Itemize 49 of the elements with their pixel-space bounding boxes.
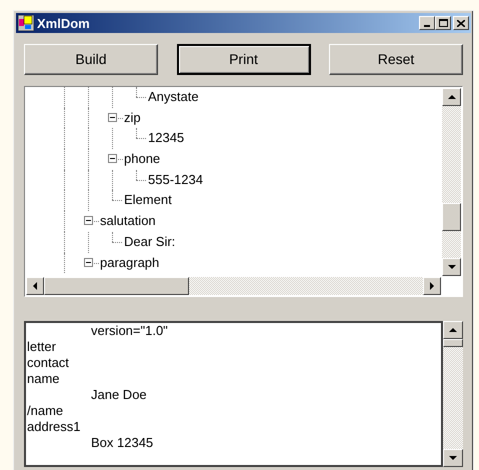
close-icon <box>457 20 465 26</box>
collapse-box[interactable] <box>84 258 93 266</box>
close-button[interactable] <box>453 16 469 30</box>
output-line: /name <box>27 403 64 419</box>
scroll-down-button[interactable] <box>442 258 461 276</box>
up-arrow-icon <box>449 328 457 332</box>
tree-node-label[interactable]: zip <box>124 110 141 126</box>
vertical-scrollbar[interactable] <box>442 88 461 276</box>
output-line: address1 <box>27 419 80 435</box>
output-line: version="1.0" <box>90 323 168 339</box>
scroll-right-button[interactable] <box>423 277 441 295</box>
scroll-thumb[interactable] <box>443 339 463 347</box>
up-arrow-icon <box>448 95 456 99</box>
window-title: XmlDom <box>37 16 90 30</box>
collapse-box[interactable] <box>84 216 93 226</box>
scroll-up-button[interactable] <box>443 321 463 339</box>
output-line: contact <box>27 355 69 371</box>
tree-node-label[interactable]: phone <box>124 151 160 168</box>
output-line: Jane Doe <box>90 387 147 403</box>
horizontal-scrollbar[interactable] <box>26 277 441 295</box>
output-text-area[interactable]: version="1.0" letter contact name Jane Doe /name address1 Box 12345 <box>24 321 443 467</box>
left-arrow-icon <box>33 282 37 290</box>
app-icon <box>18 15 34 31</box>
tree-node-label[interactable]: salutation <box>100 213 156 230</box>
output-line: name <box>27 371 60 387</box>
push-button[interactable]: Build <box>24 44 158 75</box>
collapse-box[interactable] <box>108 154 117 164</box>
push-button[interactable]: Reset <box>329 44 463 75</box>
tree-node-label[interactable]: paragraph <box>100 254 160 270</box>
scroll-down-button[interactable] <box>443 449 463 467</box>
tree-node-label[interactable]: Element <box>124 192 172 208</box>
vertical-scrollbar[interactable] <box>443 321 463 467</box>
scroll-thumb[interactable] <box>442 203 461 231</box>
tree-node-label[interactable]: Anystate <box>148 89 199 105</box>
output-line: Box 12345 <box>90 435 154 451</box>
scroll-up-button[interactable] <box>442 88 461 106</box>
push-button[interactable]: Print <box>176 44 310 75</box>
scroll-thumb[interactable] <box>44 277 189 295</box>
down-arrow-icon <box>448 265 456 269</box>
maximize-button[interactable] <box>435 16 451 30</box>
collapse-box[interactable] <box>108 112 117 122</box>
tree-node-label[interactable]: 555-1234 <box>148 172 203 188</box>
output-line: letter <box>27 339 56 355</box>
down-arrow-icon <box>449 456 457 460</box>
right-arrow-icon <box>430 282 434 290</box>
minimize-button[interactable] <box>419 16 435 30</box>
scroll-left-button[interactable] <box>26 277 44 295</box>
tree-node-label[interactable]: 12345 <box>148 130 184 146</box>
tree-node-label[interactable]: Dear Sir: <box>124 234 176 250</box>
